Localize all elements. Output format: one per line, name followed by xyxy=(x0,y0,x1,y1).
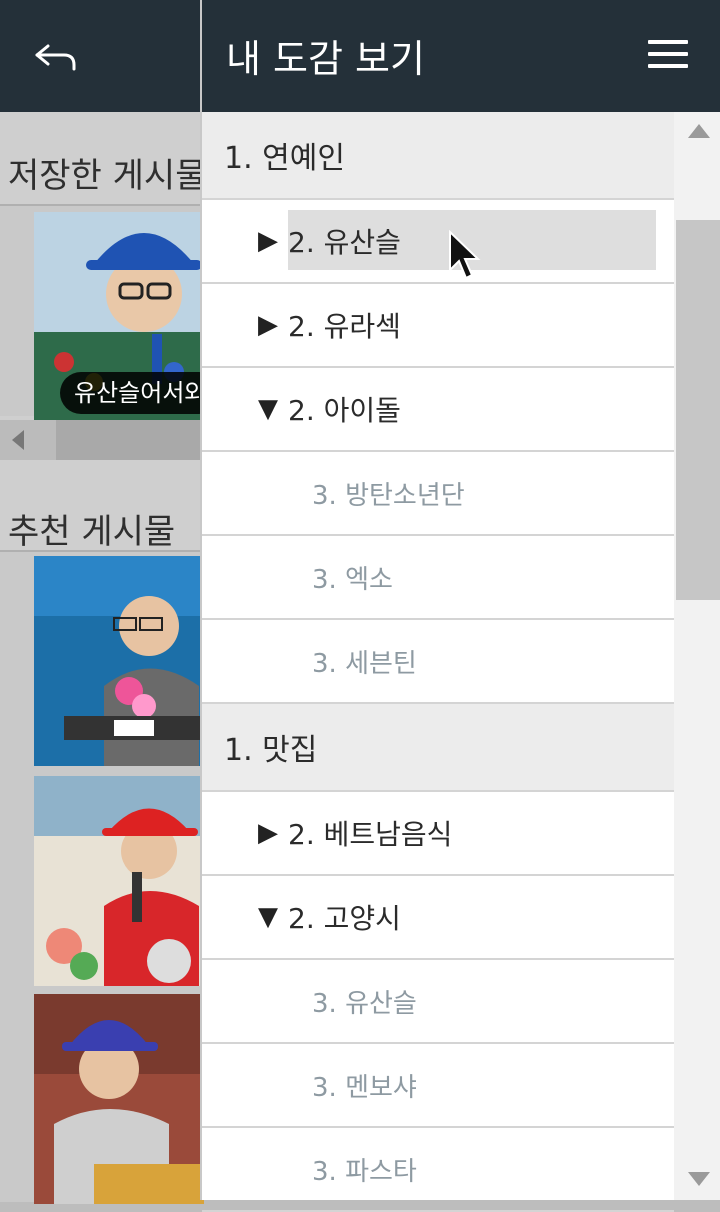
tree-item-level-3[interactable]: 3. 파스타 xyxy=(202,1128,674,1212)
tree-item-level-3[interactable]: 3. 세븐틴 xyxy=(202,620,674,704)
scroll-left-icon[interactable] xyxy=(12,430,26,450)
back-arrow-icon xyxy=(35,44,76,71)
tree-item-level-1[interactable]: 1. 맛집 xyxy=(202,704,674,792)
tree-item-label: 1. 맛집 xyxy=(224,733,318,768)
tree-item-label: 2. 고양시 xyxy=(288,902,401,935)
tree-item-label: 2. 유산슬 xyxy=(288,226,401,259)
mouse-cursor-icon xyxy=(449,230,481,280)
collapsed-triangle-icon[interactable]: ▶ xyxy=(258,310,278,340)
tree-item-label: 3. 엑소 xyxy=(312,564,393,595)
tree-item-level-1[interactable]: 1. 연예인 xyxy=(202,112,674,200)
recommended-post-thumbnail[interactable] xyxy=(34,556,204,766)
tree-item-label: 2. 유라섹 xyxy=(288,310,401,343)
tree-item-label: 3. 세븐틴 xyxy=(312,648,417,679)
tree-item-label: 2. 아이돌 xyxy=(288,394,401,427)
collapsed-triangle-icon[interactable]: ▶ xyxy=(258,226,278,256)
tree-item-level-2[interactable]: ▶ 2. 유라섹 xyxy=(202,284,674,368)
scrollbar-thumb[interactable] xyxy=(676,220,720,600)
horizontal-scrollbar[interactable] xyxy=(0,420,200,460)
expanded-triangle-icon[interactable]: ▼ xyxy=(258,902,278,932)
expanded-triangle-icon[interactable]: ▼ xyxy=(258,394,278,424)
saved-post-caption: 유산슬어서와 xyxy=(60,372,221,414)
tree-item-label: 3. 파스타 xyxy=(312,1156,417,1187)
menu-button[interactable] xyxy=(648,40,688,72)
hamburger-icon xyxy=(648,40,688,68)
back-button[interactable] xyxy=(28,30,84,86)
scrollbar-thumb[interactable] xyxy=(56,420,200,460)
tree-item-level-3[interactable]: 3. 엑소 xyxy=(202,536,674,620)
tree-item-label: 1. 연예인 xyxy=(224,141,345,176)
recommended-post-thumbnail[interactable] xyxy=(34,994,204,1204)
tree-item-level-2[interactable]: ▶ 2. 유산슬 xyxy=(202,200,674,284)
scroll-up-icon[interactable] xyxy=(688,124,710,138)
saved-posts-title: 저장한 게시물 xyxy=(8,156,207,196)
tree-item-level-2[interactable]: ▼ 2. 아이돌 xyxy=(202,368,674,452)
tree-item-level-3[interactable]: 3. 멘보샤 xyxy=(202,1044,674,1128)
tree-item-level-2[interactable]: ▶ 2. 베트남음식 xyxy=(202,792,674,876)
tree-item-label: 3. 유산슬 xyxy=(312,988,417,1019)
tree-item-label: 3. 멘보샤 xyxy=(312,1072,417,1103)
vertical-scrollbar[interactable] xyxy=(674,112,720,1200)
drawer-title: 내 도감 보기 xyxy=(226,37,425,81)
scroll-down-icon[interactable] xyxy=(688,1172,710,1186)
recommended-post-thumbnail[interactable] xyxy=(34,776,204,986)
background-page: 저장한 게시물 유산슬어서와 추천 게시물 xyxy=(0,112,221,1204)
drawer-header: 내 도감 보기 xyxy=(202,0,720,112)
category-tree: 1. 연예인 ▶ 2. 유산슬 ▶ 2. 유라섹 ▼ 2. 아이돌 3. 방탄소년단 3. 엑소… xyxy=(202,112,674,1212)
tree-item-label: 3. 방탄소년단 xyxy=(312,480,465,511)
collapsed-triangle-icon[interactable]: ▶ xyxy=(258,818,278,848)
tree-item-label: 2. 베트남음식 xyxy=(288,818,453,851)
recommended-posts-title: 추천 게시물 xyxy=(8,512,176,552)
collection-drawer: 내 도감 보기 1. 연예인 ▶ 2. 유산슬 ▶ 2. 유라섹 ▼ 2. 아이돌 3. 방탄… xyxy=(200,0,720,1212)
tree-item-level-2[interactable]: ▼ 2. 고양시 xyxy=(202,876,674,960)
tree-item-level-3[interactable]: 3. 유산슬 xyxy=(202,960,674,1044)
tree-item-level-3[interactable]: 3. 방탄소년단 xyxy=(202,452,674,536)
